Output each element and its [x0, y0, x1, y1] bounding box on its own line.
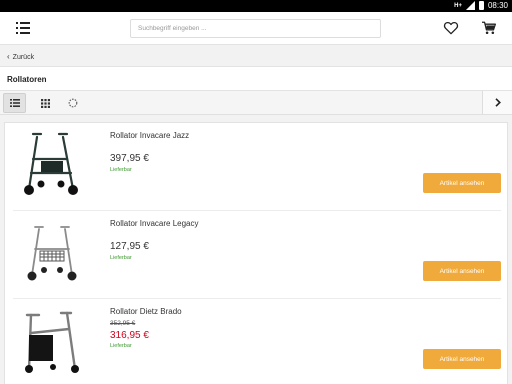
- clock: 08:30: [487, 1, 508, 10]
- status-bar: H+ 08:30: [0, 0, 512, 12]
- product-name[interactable]: Rollator Invacare Jazz: [110, 131, 189, 140]
- app-header: [0, 12, 512, 45]
- back-label: Zurück: [12, 54, 35, 61]
- signal-icon: [465, 1, 475, 10]
- cart-icon[interactable]: [481, 21, 497, 35]
- product-list: Rollator Invacare Jazz 397,95 € Lieferba…: [4, 122, 508, 384]
- heart-icon[interactable]: [443, 21, 459, 35]
- search-input[interactable]: [130, 19, 381, 38]
- old-price: 352,95 €: [110, 320, 136, 327]
- network-type: H+: [454, 2, 462, 9]
- product-image[interactable]: [17, 217, 89, 285]
- product-price: 397,95 €: [110, 153, 149, 164]
- product-image[interactable]: [17, 305, 89, 373]
- product-name[interactable]: Rollator Dietz Brado: [110, 307, 182, 316]
- loading-icon: [68, 98, 77, 108]
- availability-label: Lieferbar: [110, 255, 132, 261]
- back-link[interactable]: ‹ Zurück: [0, 46, 512, 66]
- battery-icon: [478, 1, 484, 10]
- view-toggle-bar: [0, 91, 512, 115]
- view-article-button[interactable]: Artikel ansehen: [423, 349, 501, 369]
- product-image[interactable]: [17, 129, 89, 197]
- category-header: Rollatoren: [0, 66, 512, 91]
- list-view-icon: [9, 99, 20, 107]
- availability-label: Lieferbar: [110, 343, 132, 349]
- grid-view-icon: [41, 98, 50, 108]
- sale-price: 316,95 €: [110, 330, 149, 341]
- view-article-button[interactable]: Artikel ansehen: [423, 173, 501, 193]
- grid-view-button[interactable]: [34, 93, 57, 113]
- hamburger-menu-icon[interactable]: [16, 22, 30, 34]
- chevron-left-icon: ‹: [7, 52, 10, 61]
- next-page-button[interactable]: [482, 91, 512, 114]
- list-view-button[interactable]: [3, 93, 26, 113]
- product-item: Rollator Invacare Jazz 397,95 € Lieferba…: [13, 123, 501, 211]
- product-item: Rollator Dietz Brado 352,95 € 316,95 € L…: [13, 299, 501, 384]
- view-article-button[interactable]: Artikel ansehen: [423, 261, 501, 281]
- product-name[interactable]: Rollator Invacare Legacy: [110, 219, 199, 228]
- page-title: Rollatoren: [7, 75, 47, 84]
- availability-label: Lieferbar: [110, 167, 132, 173]
- product-item: Rollator Invacare Legacy 127,95 € Liefer…: [13, 211, 501, 299]
- refresh-button[interactable]: [61, 93, 84, 113]
- chevron-right-icon: [494, 98, 501, 107]
- product-price: 127,95 €: [110, 241, 149, 252]
